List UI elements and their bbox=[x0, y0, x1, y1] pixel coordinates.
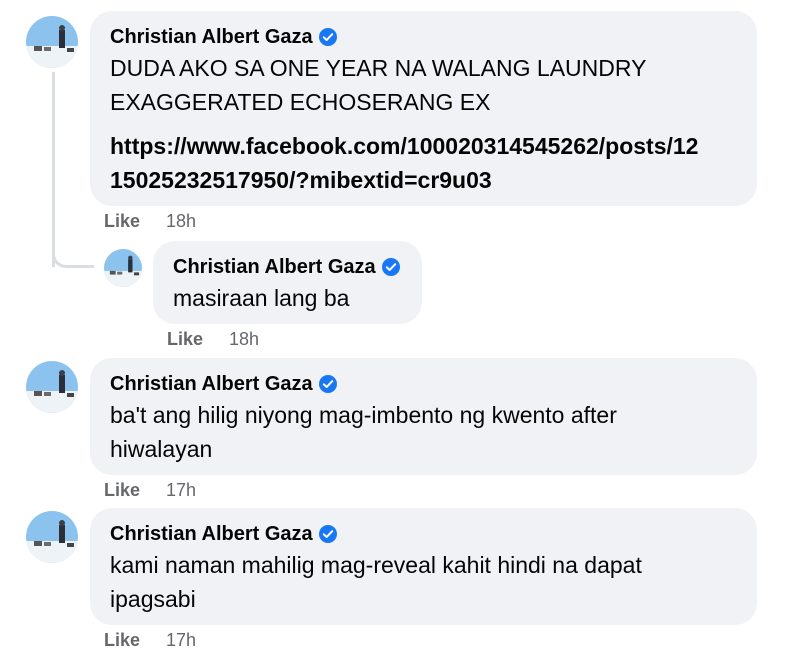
comment-author[interactable]: Christian Albert Gaza bbox=[110, 522, 737, 546]
comment-actions: Like 17h bbox=[104, 629, 196, 651]
author-name[interactable]: Christian Albert Gaza bbox=[110, 522, 313, 546]
comment-author[interactable]: Christian Albert Gaza bbox=[173, 255, 402, 279]
author-name[interactable]: Christian Albert Gaza bbox=[173, 255, 376, 279]
comment-link-line[interactable]: 15025232517950/?mibextid=cr9u03 bbox=[110, 163, 737, 197]
comment-actions: Like 17h bbox=[104, 479, 196, 501]
verified-badge-icon bbox=[318, 27, 338, 47]
author-name[interactable]: Christian Albert Gaza bbox=[110, 372, 313, 396]
thread-connector bbox=[52, 240, 94, 268]
comment-text: kami naman mahilig mag-reveal kahit hind… bbox=[110, 548, 737, 616]
comment-text: masiraan lang ba bbox=[173, 281, 402, 315]
comment-timestamp[interactable]: 18h bbox=[229, 328, 259, 350]
like-button[interactable]: Like bbox=[104, 210, 140, 232]
verified-badge-icon bbox=[381, 257, 401, 277]
comment-bubble: Christian Albert Gaza masiraan lang ba bbox=[153, 241, 422, 324]
comment-text-line: masiraan lang ba bbox=[173, 285, 350, 311]
comment-author[interactable]: Christian Albert Gaza bbox=[110, 372, 737, 396]
author-name[interactable]: Christian Albert Gaza bbox=[110, 25, 313, 49]
like-button[interactable]: Like bbox=[104, 479, 140, 501]
comment-text-line: ba't ang hilig niyong mag-imbento ng kwe… bbox=[110, 402, 617, 428]
comment-link-line[interactable]: https://www.facebook.com/100020314545262… bbox=[110, 129, 737, 163]
comment-text-line: hiwalayan bbox=[110, 436, 213, 462]
comment-actions: Like 18h bbox=[104, 210, 196, 232]
comment-text: DUDA AKO SA ONE YEAR NA WALANG LAUNDRY E… bbox=[110, 51, 737, 119]
avatar[interactable] bbox=[26, 361, 78, 413]
comment-timestamp[interactable]: 17h bbox=[166, 629, 196, 651]
comment-timestamp[interactable]: 18h bbox=[166, 210, 196, 232]
comment-text: ba't ang hilig niyong mag-imbento ng kwe… bbox=[110, 398, 737, 466]
like-button[interactable]: Like bbox=[104, 629, 140, 651]
verified-badge-icon bbox=[318, 374, 338, 394]
thread-line bbox=[52, 72, 55, 267]
comment-bubble: Christian Albert Gaza DUDA AKO SA ONE YE… bbox=[90, 11, 757, 206]
comment-actions: Like 18h bbox=[167, 328, 259, 350]
avatar[interactable] bbox=[26, 511, 78, 563]
comment-bubble: Christian Albert Gaza ba't ang hilig niy… bbox=[90, 358, 757, 475]
comment-text-line: EXAGGERATED ECHOSERANG EX bbox=[110, 89, 491, 115]
avatar[interactable] bbox=[26, 16, 78, 68]
verified-badge-icon bbox=[318, 524, 338, 544]
comment-link[interactable]: https://www.facebook.com/100020314545262… bbox=[110, 129, 737, 197]
comment-text-line: DUDA AKO SA ONE YEAR NA WALANG LAUNDRY bbox=[110, 55, 647, 81]
comment-author[interactable]: Christian Albert Gaza bbox=[110, 25, 737, 49]
avatar[interactable] bbox=[104, 249, 142, 287]
comment-text-line: ipagsabi bbox=[110, 586, 196, 612]
comment-bubble: Christian Albert Gaza kami naman mahilig… bbox=[90, 508, 757, 625]
comment-text-line: kami naman mahilig mag-reveal kahit hind… bbox=[110, 552, 642, 578]
like-button[interactable]: Like bbox=[167, 328, 203, 350]
comment-timestamp[interactable]: 17h bbox=[166, 479, 196, 501]
